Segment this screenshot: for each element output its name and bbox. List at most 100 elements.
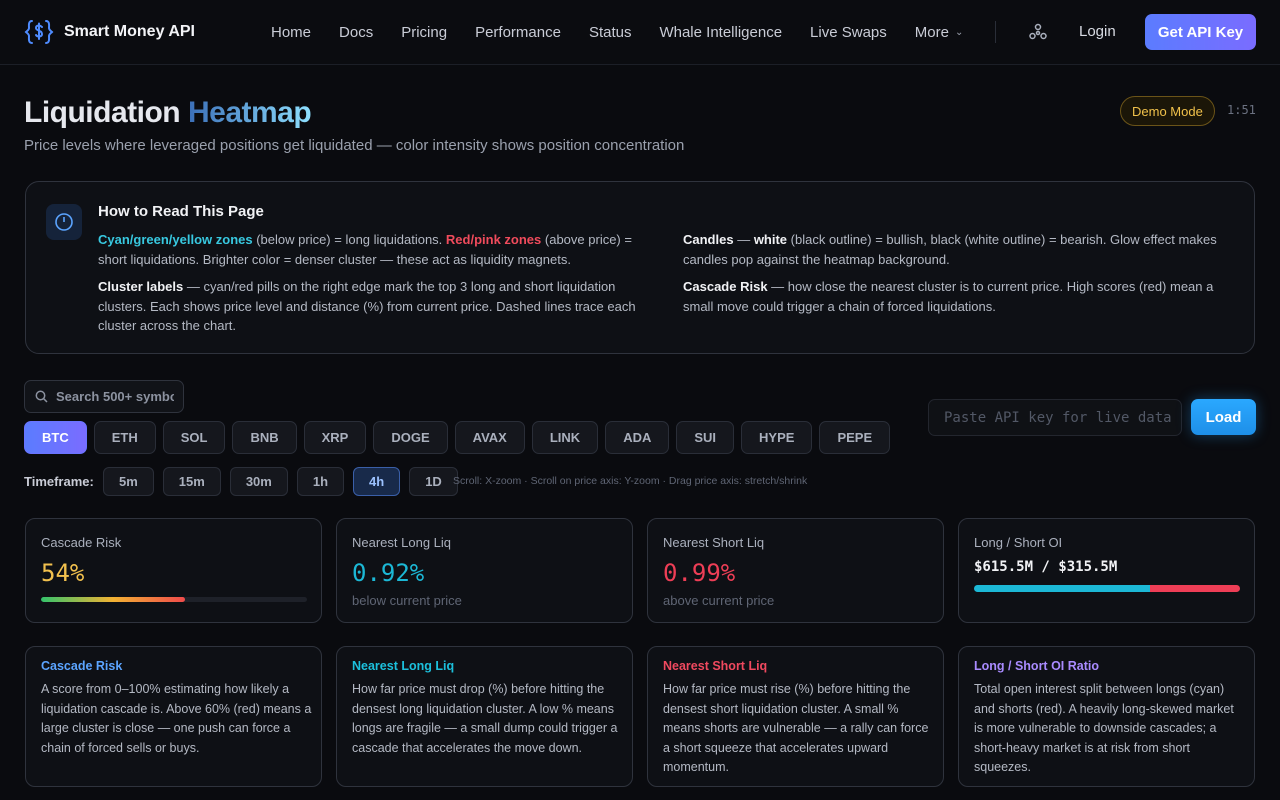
- clock-icon: [46, 204, 82, 240]
- nav-more-dropdown[interactable]: More ⌄: [915, 24, 964, 41]
- nav-whale-intelligence[interactable]: Whale Intelligence: [659, 24, 782, 41]
- cascade-title: Cascade Risk: [683, 279, 768, 294]
- chevron-down-icon: ⌄: [954, 26, 964, 38]
- symbol-avax[interactable]: AVAX: [454, 421, 525, 454]
- symbol-btc[interactable]: BTC: [24, 421, 87, 454]
- explain-cascade-risk: Cascade Risk A score from 0–100% estimat…: [25, 646, 322, 787]
- guide-cascade: Cascade Risk — how close the nearest clu…: [683, 277, 1243, 316]
- guide-zones: Cyan/green/yellow zones (below price) = …: [98, 230, 663, 269]
- timeframe-30m[interactable]: 30m: [229, 467, 288, 496]
- nav-performance[interactable]: Performance: [475, 24, 561, 41]
- nav-links: Home Docs Pricing Performance Status Wha…: [271, 0, 963, 64]
- explain-nearest-short-liq: Nearest Short Liq How far price must ris…: [647, 646, 944, 787]
- api-key-input[interactable]: [944, 409, 1174, 426]
- timeframe-1h[interactable]: 1h: [296, 467, 345, 496]
- cascade-risk-label: Cascade Risk: [41, 535, 122, 550]
- candles-title: Candles: [683, 232, 734, 247]
- timeframe-15m[interactable]: 15m: [162, 467, 221, 496]
- guide-right-column: Candles — white (black outline) = bullis…: [683, 230, 1243, 324]
- oi-long-segment: [974, 585, 1150, 592]
- load-button[interactable]: Load: [1191, 399, 1256, 435]
- cascade-risk-card: Cascade Risk 54%: [25, 518, 322, 623]
- nav-status[interactable]: Status: [589, 24, 632, 41]
- nav-live-swaps[interactable]: Live Swaps: [810, 24, 887, 41]
- explain-nearest-long-liq: Nearest Long Liq How far price must drop…: [336, 646, 633, 787]
- guide-candles: Candles — white (black outline) = bullis…: [683, 230, 1243, 269]
- nearest-long-liq-label: Nearest Long Liq: [352, 535, 452, 550]
- nav-more-label: More: [914, 23, 949, 41]
- explain-title: Nearest Long Liq: [352, 659, 455, 673]
- explain-title: Nearest Short Liq: [663, 659, 768, 673]
- symbol-doge[interactable]: DOGE: [373, 421, 448, 454]
- how-to-read-title: How to Read This Page: [98, 203, 264, 220]
- long-short-oi-bar: [974, 585, 1240, 592]
- brand[interactable]: Smart Money API: [24, 17, 195, 47]
- symbol-link[interactable]: LINK: [531, 421, 599, 454]
- long-short-oi-card: Long / Short OI $615.5M / $315.5M: [958, 518, 1255, 623]
- cascade-risk-bar: [41, 597, 307, 602]
- timeframe-label: Timeframe:: [24, 474, 94, 489]
- nearest-long-liq-sub: below current price: [352, 593, 462, 608]
- timeframe-selector: 5m 15m 30m 1h 4h 1D: [103, 467, 458, 496]
- nav-divider: [995, 21, 996, 43]
- zones-text-1: (below price) = long liquidations.: [252, 232, 446, 247]
- candles-dash: —: [733, 232, 754, 247]
- search-input[interactable]: [56, 389, 174, 404]
- cascade-risk-fill: [41, 597, 185, 602]
- search-icon: [35, 390, 48, 403]
- clock: 1:51: [1227, 103, 1256, 117]
- symbol-ada[interactable]: ADA: [605, 421, 670, 454]
- nearest-short-liq-card: Nearest Short Liq 0.99% above current pr…: [647, 518, 944, 623]
- nav-docs[interactable]: Docs: [339, 24, 373, 41]
- nearest-long-liq-card: Nearest Long Liq 0.92% below current pri…: [336, 518, 633, 623]
- symbol-hype[interactable]: HYPE: [741, 421, 813, 454]
- zoom-hint: Scroll: X-zoom · Scroll on price axis: Y…: [453, 475, 808, 487]
- brand-name: Smart Money API: [64, 23, 195, 40]
- cascade-risk-value: 54%: [41, 559, 85, 587]
- page-subtitle: Price levels where leveraged positions g…: [24, 137, 685, 154]
- nearest-short-liq-label: Nearest Short Liq: [663, 535, 765, 550]
- nearest-short-liq-sub: above current price: [663, 593, 775, 608]
- explain-text: How far price must drop (%) before hitti…: [352, 682, 618, 755]
- how-to-read-panel: How to Read This Page Cyan/green/yellow …: [25, 181, 1255, 354]
- explain-long-short-oi-ratio: Long / Short OI Ratio Total open interes…: [958, 646, 1255, 787]
- nearest-short-liq-value: 0.99%: [663, 559, 736, 587]
- symbol-sui[interactable]: SUI: [676, 421, 735, 454]
- login-link[interactable]: Login: [1079, 23, 1116, 40]
- oi-short-segment: [1149, 585, 1240, 592]
- labels-title: Cluster labels: [98, 279, 184, 294]
- long-short-oi-value: $615.5M / $315.5M: [974, 559, 1118, 575]
- explain-title: Cascade Risk: [41, 659, 123, 673]
- api-key-field: [928, 399, 1182, 436]
- symbol-search: [24, 380, 184, 413]
- page-title-main: Liquidation: [24, 96, 181, 129]
- guide-labels: Cluster labels — cyan/red pills on the r…: [98, 277, 663, 336]
- timeframe-4h[interactable]: 4h: [353, 467, 401, 496]
- timeframe-5m[interactable]: 5m: [103, 467, 154, 496]
- symbol-eth[interactable]: ETH: [93, 421, 156, 454]
- long-short-oi-label: Long / Short OI: [974, 535, 1063, 550]
- guide-left-column: Cyan/green/yellow zones (below price) = …: [98, 230, 663, 344]
- symbol-bnb[interactable]: BNB: [232, 421, 297, 454]
- network-icon[interactable]: [1028, 22, 1048, 42]
- nav-pricing[interactable]: Pricing: [401, 24, 447, 41]
- explain-title: Long / Short OI Ratio: [974, 659, 1099, 673]
- page-title: Liquidation Heatmap: [24, 96, 312, 130]
- explain-text: A score from 0–100% estimating how likel…: [41, 682, 312, 755]
- explain-text: How far price must rise (%) before hitti…: [663, 682, 929, 774]
- timeframe-1d[interactable]: 1D: [409, 467, 458, 496]
- symbol-pepe[interactable]: PEPE: [819, 421, 891, 454]
- logo-icon: [24, 20, 54, 44]
- symbol-selector: BTC ETH SOL BNB XRP DOGE AVAX LINK ADA S…: [24, 421, 891, 454]
- symbol-sol[interactable]: SOL: [162, 421, 226, 454]
- zones-red-label: Red/pink zones: [445, 232, 542, 247]
- explain-text: Total open interest split between longs …: [974, 682, 1234, 774]
- page-title-accent: Heatmap: [187, 96, 312, 129]
- nav-home[interactable]: Home: [271, 24, 311, 41]
- candles-white: white: [753, 232, 788, 247]
- symbol-xrp[interactable]: XRP: [303, 421, 367, 454]
- demo-mode-badge[interactable]: Demo Mode: [1120, 96, 1215, 126]
- top-nav: Smart Money API Home Docs Pricing Perfor…: [0, 0, 1280, 65]
- get-api-key-button[interactable]: Get API Key: [1145, 14, 1256, 50]
- nearest-long-liq-value: 0.92%: [352, 559, 425, 587]
